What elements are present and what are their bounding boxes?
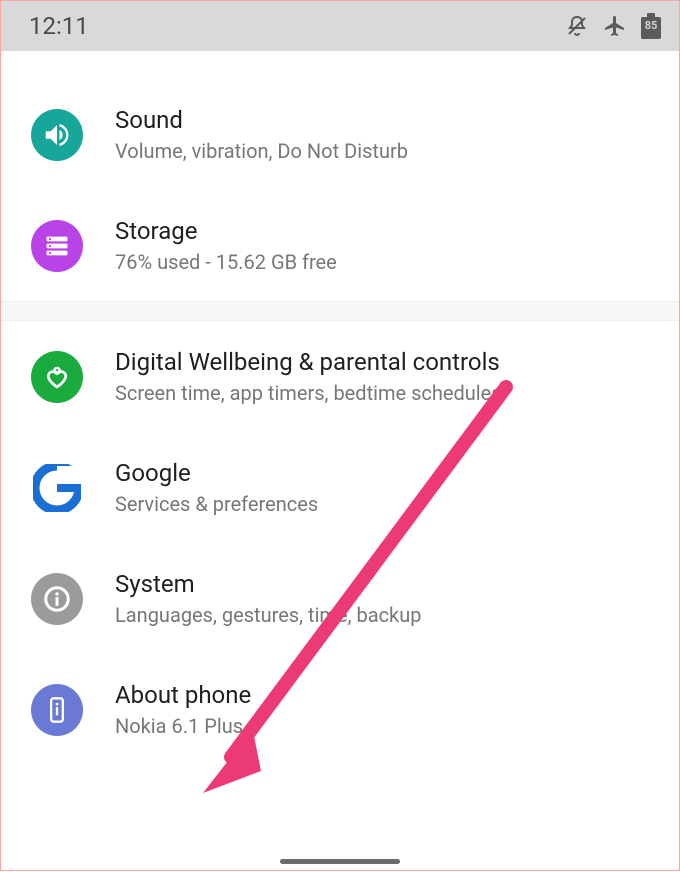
settings-list: Sound Volume, vibration, Do Not Disturb …	[1, 51, 679, 765]
phone-icon	[31, 684, 83, 736]
settings-item-title: About phone	[115, 680, 657, 710]
settings-item-text: Storage 76% used - 15.62 GB free	[115, 216, 657, 275]
status-bar: 12:11 85	[1, 1, 679, 51]
settings-item-sound[interactable]: Sound Volume, vibration, Do Not Disturb	[1, 79, 679, 190]
settings-item-storage[interactable]: Storage 76% used - 15.62 GB free	[1, 190, 679, 301]
battery-icon: 85	[641, 13, 661, 39]
heart-icon	[31, 351, 83, 403]
settings-item-system[interactable]: System Languages, gestures, time, backup	[1, 543, 679, 654]
settings-item-google[interactable]: Google Services & preferences	[1, 432, 679, 543]
settings-item-subtitle: Screen time, app timers, bedtime schedul…	[115, 381, 657, 406]
settings-item-title: Digital Wellbeing & parental controls	[115, 347, 657, 377]
settings-item-title: Google	[115, 458, 657, 488]
settings-item-text: Digital Wellbeing & parental controls Sc…	[115, 347, 657, 406]
airplane-mode-icon	[603, 14, 627, 38]
settings-item-subtitle: Services & preferences	[115, 492, 657, 517]
settings-item-title: System	[115, 569, 657, 599]
status-icons: 85	[565, 13, 661, 39]
settings-item-title: Storage	[115, 216, 657, 246]
settings-item-subtitle: Volume, vibration, Do Not Disturb	[115, 139, 657, 164]
settings-item-wellbeing[interactable]: Digital Wellbeing & parental controls Sc…	[1, 321, 679, 432]
storage-icon	[31, 220, 83, 272]
settings-item-text: System Languages, gestures, time, backup	[115, 569, 657, 628]
settings-item-about[interactable]: About phone Nokia 6.1 Plus	[1, 654, 679, 765]
do-not-disturb-icon	[565, 14, 589, 38]
settings-item-subtitle: Nokia 6.1 Plus	[115, 714, 657, 739]
section-divider	[1, 301, 679, 321]
settings-item-subtitle: Languages, gestures, time, backup	[115, 603, 657, 628]
info-icon	[31, 573, 83, 625]
settings-item-text: About phone Nokia 6.1 Plus	[115, 680, 657, 739]
settings-item-subtitle: 76% used - 15.62 GB free	[115, 250, 657, 275]
settings-item-text: Google Services & preferences	[115, 458, 657, 517]
navigation-pill[interactable]	[280, 859, 400, 864]
google-icon	[31, 462, 83, 514]
battery-percent: 85	[641, 19, 661, 32]
settings-item-title: Sound	[115, 105, 657, 135]
settings-item-text: Sound Volume, vibration, Do Not Disturb	[115, 105, 657, 164]
volume-icon	[31, 109, 83, 161]
clock-text: 12:11	[29, 12, 89, 40]
